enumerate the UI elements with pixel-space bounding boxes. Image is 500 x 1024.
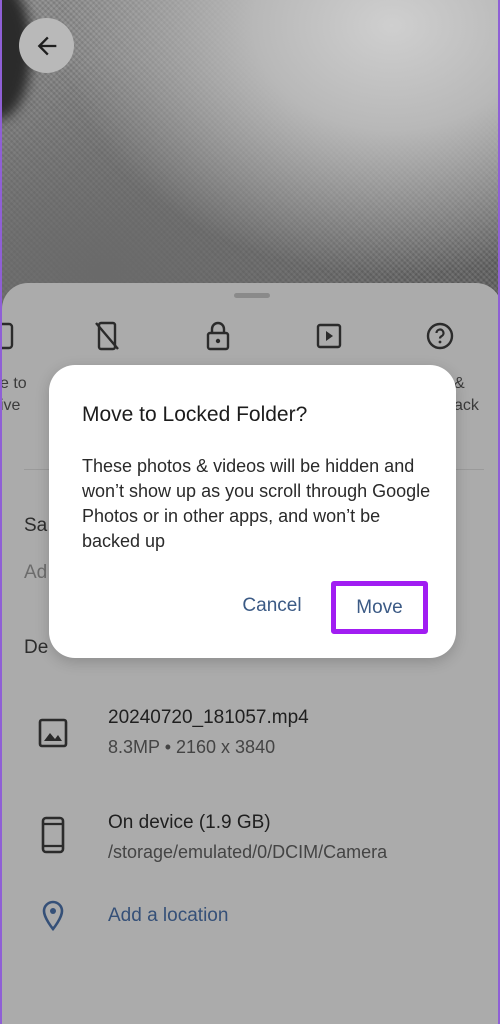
section-title-partial: Sa bbox=[24, 515, 48, 536]
phone-icon bbox=[36, 815, 70, 855]
details-title-partial: De bbox=[24, 637, 49, 658]
cancel-button[interactable]: Cancel bbox=[229, 584, 315, 628]
drive-icon[interactable] bbox=[2, 319, 18, 353]
section-sub-partial: Ad bbox=[24, 562, 48, 583]
drag-handle[interactable] bbox=[234, 293, 270, 298]
file-name: 20240720_181057.mp4 bbox=[108, 707, 309, 728]
move-button[interactable]: Move bbox=[336, 586, 423, 629]
dialog-title: Move to Locked Folder? bbox=[82, 403, 308, 426]
image-icon bbox=[36, 713, 70, 753]
screen: e to ive & ack Sa Ad De 20240720_181057.… bbox=[0, 0, 500, 1024]
lock-icon[interactable] bbox=[203, 319, 233, 353]
back-button[interactable] bbox=[19, 18, 74, 73]
action-label-help: & ack bbox=[454, 375, 479, 414]
storage-path: /storage/emulated/0/DCIM/Camera bbox=[108, 842, 388, 862]
location-pin-icon bbox=[36, 896, 70, 936]
action-label-drive: e to ive bbox=[0, 375, 27, 414]
help-circle-icon[interactable] bbox=[425, 319, 455, 353]
dialog-body: These photos & videos will be hidden and… bbox=[82, 456, 431, 551]
slideshow-icon[interactable] bbox=[314, 319, 344, 353]
move-to-locked-folder-dialog: Move to Locked Folder? These photos & vi… bbox=[49, 365, 456, 658]
phone-off-icon[interactable] bbox=[92, 319, 122, 353]
photo-preview bbox=[2, 0, 498, 320]
arrow-left-icon bbox=[37, 36, 56, 55]
storage-title: On device (1.9 GB) bbox=[108, 812, 271, 833]
file-meta: 8.3MP • 2160 x 3840 bbox=[108, 737, 276, 757]
add-location-link[interactable]: Add a location bbox=[108, 905, 228, 927]
